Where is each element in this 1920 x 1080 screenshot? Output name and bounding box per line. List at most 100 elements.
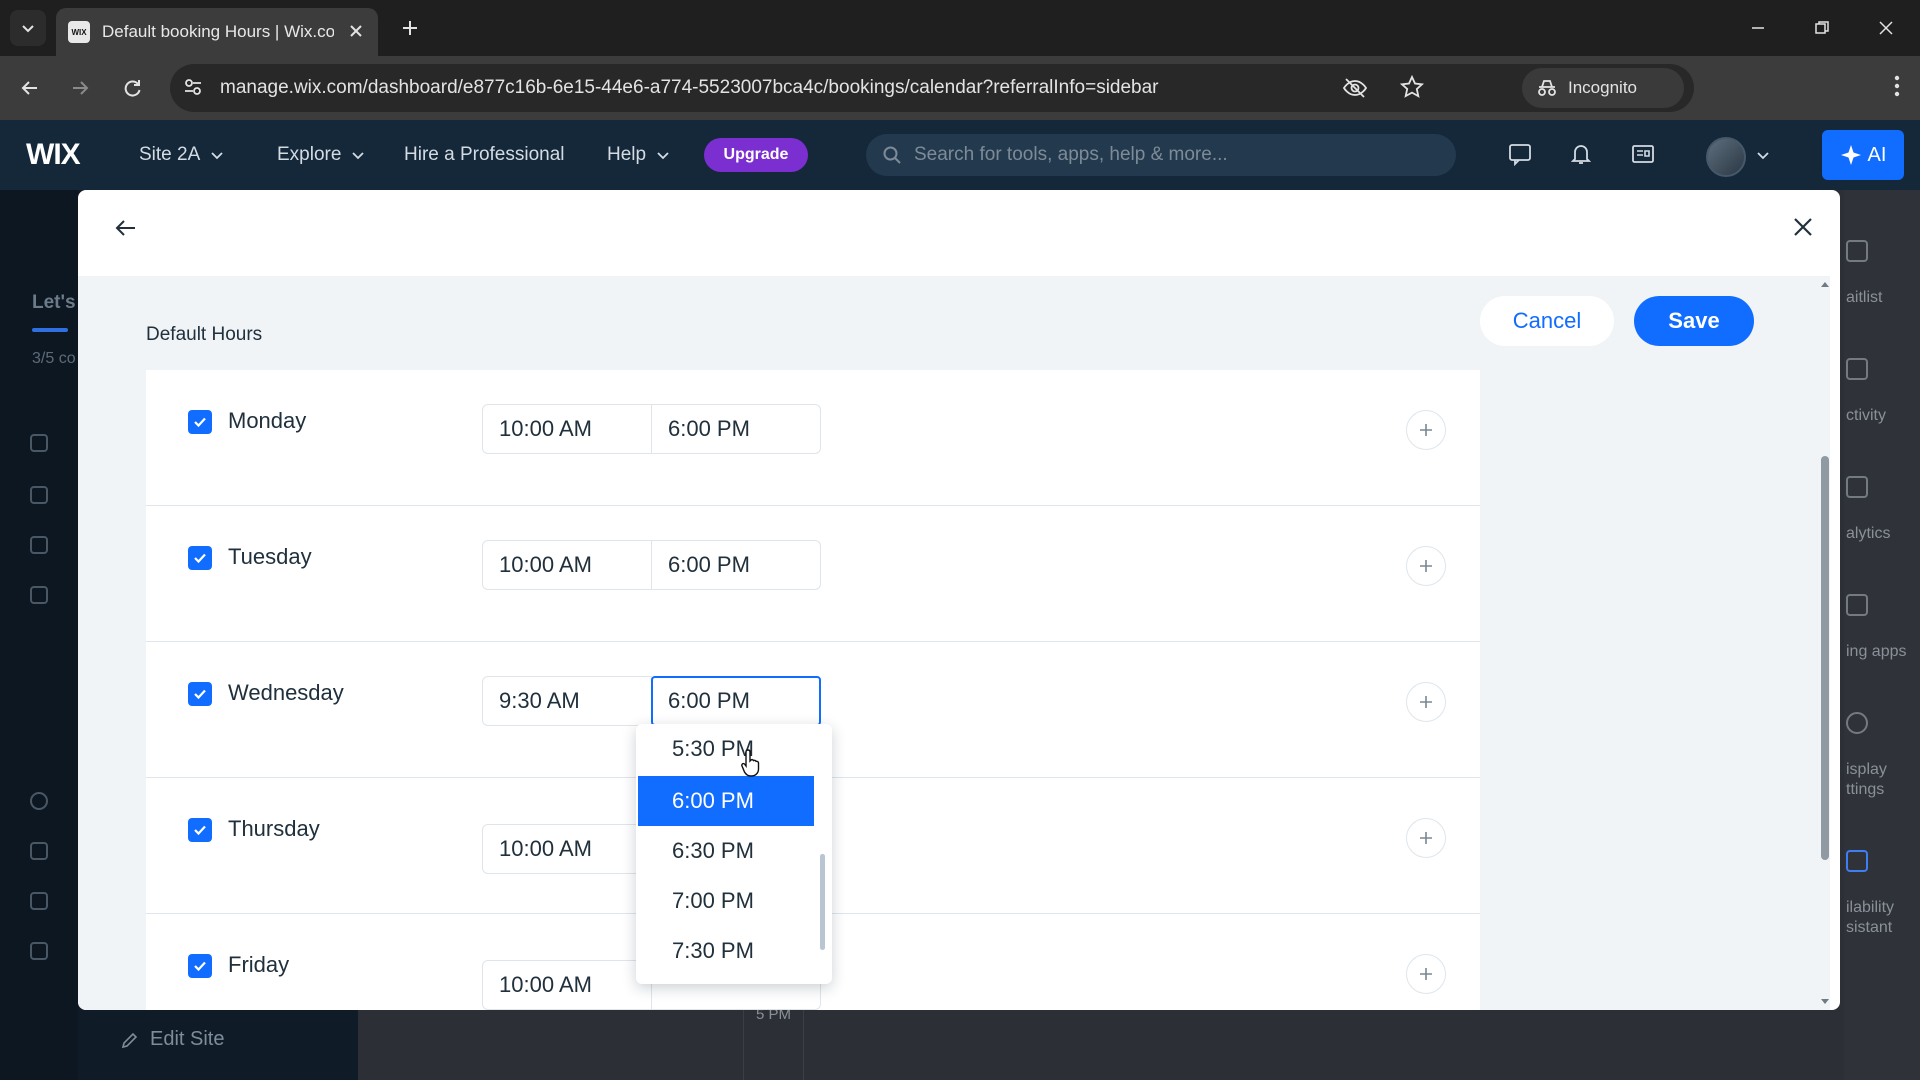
day-checkbox[interactable]: [188, 818, 212, 842]
help-menu[interactable]: Help: [607, 144, 670, 166]
end-time-field[interactable]: 6:00 PM: [651, 676, 821, 726]
dropdown-option[interactable]: 7:30 PM: [638, 926, 814, 976]
checkmark-icon: [194, 553, 206, 564]
start-time-field[interactable]: 10:00 AM: [482, 960, 652, 1010]
ai-assistant-button[interactable]: AI: [1822, 130, 1904, 180]
rail-item-waitlist[interactable]: aitlist: [1846, 288, 1920, 308]
tab-close-icon[interactable]: [346, 21, 366, 41]
browser-menu-button[interactable]: [1894, 74, 1900, 98]
dropdown-option-selected[interactable]: 6:00 PM: [638, 776, 814, 826]
edit-site-label: Edit Site: [150, 1028, 225, 1050]
apps-icon[interactable]: [1846, 594, 1868, 616]
add-time-slot-button[interactable]: [1406, 818, 1446, 858]
restore-window-button[interactable]: [1804, 12, 1840, 44]
upgrade-button[interactable]: Upgrade: [704, 138, 808, 172]
hire-professional-link[interactable]: Hire a Professional: [404, 144, 565, 166]
start-time-field[interactable]: 10:00 AM: [482, 404, 652, 454]
incognito-indicator[interactable]: Incognito: [1522, 68, 1684, 108]
day-checkbox[interactable]: [188, 954, 212, 978]
sparkle-icon[interactable]: [1846, 850, 1868, 872]
dropdown-option[interactable]: 5:30 PM: [638, 724, 814, 774]
forward-button[interactable]: [64, 72, 96, 104]
rail-item-analytics[interactable]: alytics: [1846, 524, 1920, 544]
plus-icon: [1420, 968, 1432, 980]
start-time-field[interactable]: 9:30 AM: [482, 676, 652, 726]
help-label: Help: [607, 144, 647, 165]
day-row-monday: Monday 10:00 AM 6:00 PM: [146, 370, 1480, 506]
sidebar-heading: Let's: [32, 292, 76, 313]
eye-slash-icon[interactable]: [1342, 76, 1368, 100]
add-time-slot-button[interactable]: [1406, 410, 1446, 450]
tab-search-button[interactable]: [10, 10, 46, 46]
rocket-icon[interactable]: [30, 434, 48, 452]
checkmark-icon: [194, 689, 206, 700]
dollar-icon[interactable]: [30, 792, 48, 810]
document-icon[interactable]: [30, 536, 48, 554]
reload-icon: [124, 80, 141, 97]
dropdown-scrollbar-thumb[interactable]: [820, 854, 825, 950]
site-info-icon[interactable]: [182, 76, 204, 98]
end-time-field[interactable]: 6:00 PM: [651, 540, 821, 590]
image-icon[interactable]: [30, 942, 48, 960]
activity-icon[interactable]: [1846, 358, 1868, 380]
add-time-slot-button[interactable]: [1406, 546, 1446, 586]
add-time-slot-button[interactable]: [1406, 682, 1446, 722]
page-title: Default Hours: [146, 324, 263, 345]
home-icon[interactable]: [30, 486, 48, 504]
day-checkbox[interactable]: [188, 546, 212, 570]
analytics-icon[interactable]: [1846, 476, 1868, 498]
end-time-dropdown[interactable]: 5:30 PM 6:00 PM 6:30 PM 7:00 PM 7:30 PM: [636, 724, 832, 984]
bookmark-star-icon[interactable]: [1400, 75, 1424, 99]
cancel-button[interactable]: Cancel: [1480, 296, 1614, 346]
ai-label: AI: [1867, 143, 1887, 166]
rail-item-availability-assistant[interactable]: ilability sistant: [1846, 898, 1920, 938]
avatar[interactable]: [1706, 137, 1746, 177]
day-checkbox[interactable]: [188, 682, 212, 706]
save-button[interactable]: Save: [1634, 296, 1754, 346]
minimize-window-button[interactable]: [1740, 12, 1776, 44]
sidebar-tab-indicator: [32, 328, 68, 332]
waitlist-icon[interactable]: [1846, 240, 1868, 262]
explore-menu[interactable]: Explore: [277, 144, 365, 166]
calendar-icon[interactable]: [30, 586, 48, 604]
start-time-field[interactable]: 10:00 AM: [482, 824, 652, 874]
drop-icon[interactable]: [30, 892, 48, 910]
back-button[interactable]: [14, 72, 46, 104]
modal-scrollbar[interactable]: [1820, 276, 1830, 1010]
rail-item-booking-apps[interactable]: ing apps: [1846, 642, 1920, 662]
dropdown-option[interactable]: 6:30 PM: [638, 826, 814, 876]
day-label: Thursday: [228, 816, 320, 841]
close-modal-button[interactable]: [1792, 216, 1814, 238]
day-checkbox[interactable]: [188, 410, 212, 434]
chevron-down-icon[interactable]: [1756, 148, 1770, 162]
plus-icon: [1420, 832, 1432, 844]
bell-icon[interactable]: [1569, 142, 1593, 166]
address-bar[interactable]: manage.wix.com/dashboard/e877c16b-6e15-4…: [170, 64, 1694, 112]
incognito-icon: [1538, 80, 1556, 96]
rail-item-activity[interactable]: ctivity: [1846, 406, 1920, 426]
rail-item-display-settings[interactable]: isplay ttings: [1846, 760, 1920, 800]
plus-icon: [1420, 560, 1432, 572]
back-button[interactable]: [114, 216, 138, 240]
start-time-field[interactable]: 10:00 AM: [482, 540, 652, 590]
wix-top-bar: WIX Site 2A Explore Hire a Professional …: [0, 120, 1920, 190]
restore-icon: [1815, 21, 1829, 34]
dropdown-scrollbar[interactable]: [820, 854, 825, 950]
chat-icon[interactable]: [1508, 142, 1532, 166]
end-time-field[interactable]: 6:00 PM: [651, 404, 821, 454]
close-window-button[interactable]: [1868, 12, 1904, 44]
wix-logo[interactable]: WIX: [26, 138, 81, 172]
gear-icon[interactable]: [1846, 712, 1868, 734]
site-switcher[interactable]: Site 2A: [139, 144, 224, 166]
dashboard-search-input[interactable]: Search for tools, apps, help & more...: [866, 134, 1456, 176]
edit-site-button[interactable]: Edit Site: [120, 1028, 224, 1051]
dropdown-option[interactable]: 7:00 PM: [638, 876, 814, 926]
megaphone-icon[interactable]: [30, 842, 48, 860]
wix-favicon-icon: WIX: [68, 21, 90, 43]
add-time-slot-button[interactable]: [1406, 954, 1446, 994]
news-icon[interactable]: [1631, 142, 1655, 166]
scrollbar-thumb[interactable]: [1821, 456, 1829, 860]
browser-tab[interactable]: WIX Default booking Hours | Wix.com: [56, 8, 378, 56]
new-tab-button[interactable]: [396, 14, 424, 42]
reload-button[interactable]: [116, 72, 148, 104]
